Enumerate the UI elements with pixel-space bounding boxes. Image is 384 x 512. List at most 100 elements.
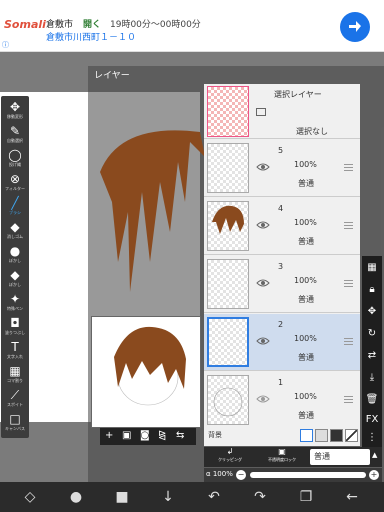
- drag-handle-icon[interactable]: [344, 164, 353, 172]
- move-layer-icon[interactable]: ✥: [362, 306, 382, 318]
- text-icon: T: [11, 340, 19, 354]
- tool-blur[interactable]: ● ぼかし: [1, 242, 29, 268]
- ad-banner[interactable]: Somali 倉敷市 開く 19時00分～00時00分 倉敷市川西町１－１０ ⓘ: [0, 0, 384, 52]
- layer-number: 1: [278, 378, 284, 387]
- tool-text[interactable]: T 文字入れ: [1, 338, 29, 364]
- dropdown-arrow-icon[interactable]: ▲: [372, 451, 377, 459]
- alpha-plus-button[interactable]: +: [369, 470, 379, 480]
- eye-icon[interactable]: [256, 278, 270, 288]
- alpha-row: α 100% − +: [204, 468, 382, 482]
- background-black-swatch[interactable]: [330, 429, 343, 442]
- ad-address[interactable]: 倉敷市川西町１－１０: [46, 30, 136, 43]
- ad-city: 倉敷市: [46, 20, 74, 30]
- layer-blend-mode: 普通: [298, 353, 314, 362]
- canvas-icon: □: [9, 412, 21, 426]
- drag-handle-icon[interactable]: [344, 338, 353, 346]
- tool-magic-wand[interactable]: ✎ 自動選択: [1, 122, 29, 148]
- eye-icon[interactable]: [256, 220, 270, 230]
- undo-icon[interactable]: ↶: [202, 488, 226, 506]
- eye-icon[interactable]: [256, 162, 270, 172]
- layer-row[interactable]: 3 100% 普通: [204, 256, 360, 313]
- move-icon: ✥: [9, 100, 21, 114]
- layer-actions: ▦ 🔒︎ ✥ ↻ ⇄ ⤓ 🗑︎ FX ⋮: [362, 256, 382, 448]
- tool-move[interactable]: ✥ 移動変形: [1, 98, 29, 124]
- frame-icon: ▦: [9, 364, 21, 378]
- layers-icon[interactable]: ❐: [294, 488, 318, 506]
- layer-blend-mode: 普通: [298, 411, 314, 420]
- eye-icon[interactable]: [256, 336, 270, 346]
- redo-icon[interactable]: ↷: [248, 488, 272, 506]
- rotate-layer-icon[interactable]: ↻: [362, 328, 382, 340]
- drag-handle-icon[interactable]: [344, 222, 353, 230]
- preview-toolbar: + ▣ ◙ ⧎ ⇆: [100, 428, 196, 445]
- down-arrow-icon[interactable]: ↓: [156, 488, 180, 506]
- merge-down-icon[interactable]: ⤓: [362, 372, 382, 384]
- eye-icon[interactable]: [256, 394, 270, 404]
- drag-handle-icon[interactable]: [344, 280, 353, 288]
- flip-horizontal-icon[interactable]: ⇄: [362, 350, 382, 362]
- layer-thumbnail: [207, 317, 249, 367]
- color-swatch-icon[interactable]: ■: [110, 488, 134, 506]
- alpha-slider[interactable]: [250, 472, 366, 478]
- lock-icon[interactable]: 🔒︎: [362, 284, 382, 296]
- lock-icon: ▣: [278, 447, 286, 456]
- tool-smudge[interactable]: ◆ ぼかし: [1, 266, 29, 292]
- fx-icon[interactable]: FX: [362, 414, 382, 426]
- layer-row[interactable]: 4 100% 普通: [204, 198, 360, 255]
- selection-layer-thumbnail: [207, 86, 249, 137]
- layer-row[interactable]: 5 100% 普通: [204, 140, 360, 197]
- add-icon[interactable]: +: [105, 430, 113, 442]
- background-checker-swatch[interactable]: [315, 429, 328, 442]
- ad-open-status: 開く: [83, 20, 102, 30]
- layer-dialog-title: レイヤー: [94, 71, 130, 81]
- tool-brush[interactable]: ╱ ブラシ: [1, 194, 29, 220]
- layer-blend-mode: 普通: [298, 237, 314, 246]
- clipping-button[interactable]: ↲ クリッピング: [206, 447, 254, 467]
- filter-icon: ⊗: [9, 172, 21, 186]
- add-layer-icon[interactable]: ▣: [122, 430, 131, 442]
- opacity-lock-button[interactable]: ▣ 不透明度ロック: [256, 447, 308, 467]
- layer-number: 4: [278, 204, 284, 213]
- layer-thumbnail: [207, 259, 249, 309]
- layer-thumbnail: [207, 201, 249, 251]
- blur-icon: ●: [9, 244, 21, 258]
- brush-size-icon[interactable]: ●: [64, 488, 88, 506]
- flip-icon[interactable]: ⧎: [158, 430, 166, 442]
- rotate-icon[interactable]: ⇆: [176, 430, 184, 442]
- blend-mode-select[interactable]: 普通: [310, 449, 370, 465]
- back-icon[interactable]: ←: [340, 488, 364, 506]
- smudge-icon: ◆: [10, 268, 20, 282]
- tool-filter[interactable]: ⊗ フィルター: [1, 170, 29, 196]
- tool-special-pen[interactable]: ✦ 特殊ペン: [1, 290, 29, 316]
- ad-hours: 19時00分～00時00分: [110, 20, 201, 30]
- blend-bar: ↲ クリッピング ▣ 不透明度ロック 普通 ▲: [204, 447, 382, 467]
- tool-lasso[interactable]: ◯ 投げ縄: [1, 146, 29, 172]
- camera-icon[interactable]: ◙: [140, 430, 150, 442]
- layer-blend-mode: 普通: [298, 179, 314, 188]
- tool-eyedropper[interactable]: ⟋ スポイト: [1, 386, 29, 412]
- background-white-swatch[interactable]: [300, 429, 313, 442]
- preview-window: [91, 316, 201, 428]
- drag-handle-icon[interactable]: [344, 396, 353, 404]
- checker-icon[interactable]: ▦: [362, 262, 382, 274]
- background-none-swatch[interactable]: [345, 429, 358, 442]
- layer-row-selected[interactable]: 2 100% 普通: [204, 314, 360, 371]
- selection-checkbox[interactable]: [256, 108, 266, 116]
- directions-icon[interactable]: [340, 12, 370, 42]
- ad-info-icon[interactable]: ⓘ: [2, 40, 9, 50]
- tool-bucket[interactable]: ◘ 塗りつぶし: [1, 314, 29, 340]
- tool-panel: ✥ 移動変形 ✎ 自動選択 ◯ 投げ縄 ⊗ フィルター ╱ ブラシ ◆ 消しゴム ● ぼかし …: [1, 96, 29, 438]
- magic-wand-icon: ✎: [9, 124, 21, 138]
- alpha-label: α 100%: [206, 470, 233, 478]
- tool-eraser[interactable]: ◆ 消しゴム: [1, 218, 29, 244]
- eyedropper-icon: ⟋: [10, 388, 20, 402]
- selection-layer[interactable]: 選択レイヤー 選択なし: [204, 84, 360, 139]
- background-label: 背景: [208, 431, 222, 439]
- transform-icon[interactable]: ◇: [18, 488, 42, 506]
- trash-icon[interactable]: 🗑︎: [362, 394, 382, 406]
- more-icon[interactable]: ⋮: [362, 432, 382, 444]
- tool-canvas[interactable]: □ キャンバス: [1, 410, 29, 436]
- alpha-minus-button[interactable]: −: [236, 470, 246, 480]
- layer-row[interactable]: 1 100% 普通: [204, 372, 360, 429]
- tool-frame[interactable]: ▦ コマ割り: [1, 362, 29, 388]
